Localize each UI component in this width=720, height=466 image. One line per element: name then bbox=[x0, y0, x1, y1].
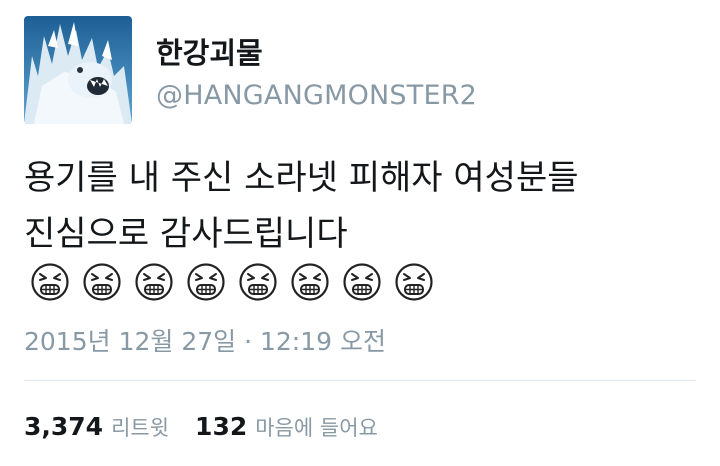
tweet-stats: 3,374 리트윗 132 마음에 들어요 bbox=[24, 412, 378, 442]
like-stat[interactable]: 132 마음에 들어요 bbox=[195, 412, 378, 442]
crying-face-icon bbox=[187, 263, 225, 301]
emoji-row bbox=[30, 262, 434, 304]
crying-face-icon bbox=[395, 263, 433, 301]
crying-face-icon bbox=[31, 263, 69, 301]
like-label: 마음에 들어요 bbox=[255, 416, 378, 440]
like-count: 132 bbox=[195, 412, 248, 441]
crying-face-icon bbox=[135, 263, 173, 301]
tweet-text-line-1: 용기를 내 주신 소라넷 피해자 여성분들 bbox=[24, 158, 579, 198]
user-handle[interactable]: @HANGANGMONSTER2 bbox=[156, 80, 477, 111]
tweet-text-line-2: 진심으로 감사드립니다 bbox=[24, 214, 348, 254]
retweet-label: 리트윗 bbox=[111, 416, 170, 440]
crying-face-icon bbox=[291, 263, 329, 301]
avatar[interactable] bbox=[24, 16, 132, 124]
crying-face-icon bbox=[343, 263, 381, 301]
retweet-stat[interactable]: 3,374 리트윗 bbox=[24, 412, 169, 442]
snow-monster-avatar-image bbox=[24, 16, 132, 124]
divider bbox=[24, 380, 696, 381]
tweet-text: 용기를 내 주신 소라넷 피해자 여성분들 진심으로 감사드립니다 bbox=[24, 150, 704, 262]
tweet-timestamp[interactable]: 2015년 12월 27일 · 12:19 오전 bbox=[24, 322, 386, 358]
crying-face-icon bbox=[83, 263, 121, 301]
display-name[interactable]: 한강괴물 bbox=[156, 30, 263, 72]
retweet-count: 3,374 bbox=[24, 412, 104, 441]
crying-face-icon bbox=[239, 263, 277, 301]
